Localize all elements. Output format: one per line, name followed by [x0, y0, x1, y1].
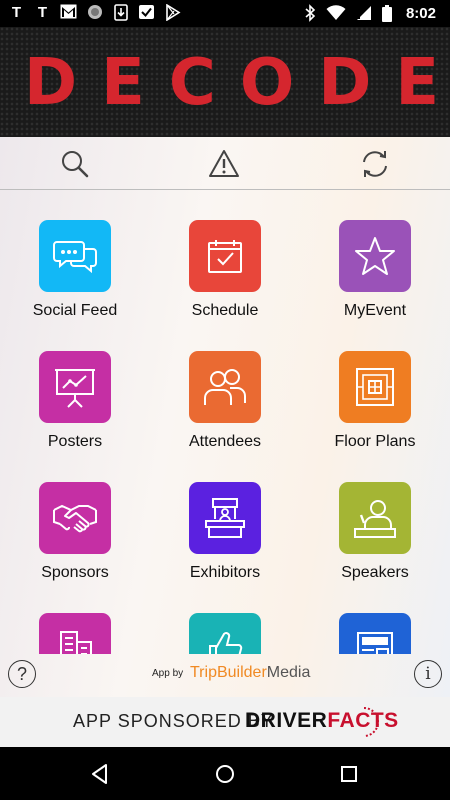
tile-icon-bg	[39, 613, 111, 654]
tile-sponsors[interactable]: Sponsors	[0, 453, 150, 581]
alert-icon[interactable]	[207, 147, 241, 181]
tile-icon-bg	[189, 351, 261, 423]
tile-social-feed[interactable]: Social Feed	[0, 191, 150, 319]
tripbuilder-logo[interactable]: TripBuilderMedia	[190, 664, 310, 682]
calendar-icon	[208, 240, 242, 273]
tile-icon-bg	[339, 351, 411, 423]
sponsor-banner[interactable]: APP SPONSORED BY DRIVERFACTS	[0, 697, 450, 747]
tile-icon-bg	[339, 220, 411, 292]
tile-icon-bg	[39, 220, 111, 292]
event-banner: DECODE	[0, 27, 450, 137]
system-icons: 8:02	[304, 4, 436, 22]
thumbs-up-icon	[209, 632, 243, 654]
tile-label: Speakers	[341, 564, 409, 581]
t-notification-icon-2: T	[37, 4, 48, 21]
brand-driver: DRIVER	[245, 709, 328, 732]
info-button[interactable]: i	[414, 660, 442, 688]
tile-icon-bg	[189, 613, 261, 654]
tile-icon-bg	[189, 482, 261, 554]
presentation-icon	[55, 369, 95, 408]
tile-survey[interactable]	[150, 584, 300, 654]
help-button[interactable]: ?	[8, 660, 36, 688]
booth-icon	[205, 498, 245, 538]
play-store-icon	[164, 3, 181, 22]
search-icon[interactable]	[58, 147, 92, 181]
wifi-icon	[326, 5, 346, 20]
driverfacts-swirl-icon	[363, 707, 379, 737]
tile-label: Floor Plans	[334, 433, 416, 450]
handshake-icon	[53, 504, 97, 533]
tile-exhibitors[interactable]: Exhibitors	[150, 453, 300, 581]
tile-icon-bg	[39, 351, 111, 423]
gmail-icon	[60, 4, 77, 21]
floor-plan-icon	[356, 368, 394, 406]
tile-icon-bg	[339, 613, 411, 654]
tile-label: MyEvent	[343, 302, 407, 319]
tile-label: Schedule	[191, 302, 259, 319]
feature-grid: Social Feed Schedule MyEvent Posters Att…	[0, 191, 450, 654]
tile-schedule[interactable]: Schedule	[150, 191, 300, 319]
home-icon[interactable]	[212, 761, 238, 787]
tile-icon-bg	[339, 482, 411, 554]
brand-media: Media	[266, 664, 311, 681]
t-notification-icon: T	[11, 4, 22, 21]
battery-icon	[381, 4, 392, 22]
tile-attendees[interactable]: Attendees	[150, 322, 300, 450]
clock-time: 8:02	[405, 4, 436, 22]
tile-speakers[interactable]: Speakers	[300, 453, 450, 581]
notification-icons: T T	[8, 3, 181, 22]
tile-floor-plans[interactable]: Floor Plans	[300, 322, 450, 450]
main-content: Social Feed Schedule MyEvent Posters Att…	[0, 137, 450, 697]
tile-icon-bg	[39, 482, 111, 554]
people-icon	[204, 369, 246, 405]
download-icon	[112, 4, 129, 21]
event-title: DECODE	[24, 46, 450, 120]
bluetooth-icon	[305, 4, 316, 22]
chat-bubbles-icon	[53, 241, 97, 274]
tile-label: Exhibitors	[189, 564, 261, 581]
recents-icon[interactable]	[336, 761, 362, 787]
tile-hotels[interactable]	[0, 584, 150, 654]
circle-icon	[86, 4, 103, 21]
back-icon[interactable]	[88, 761, 114, 787]
tile-label: Sponsors	[41, 564, 109, 581]
signal-icon	[356, 6, 371, 20]
speaker-icon	[354, 500, 396, 538]
toolbar	[0, 137, 450, 190]
tile-news[interactable]	[300, 584, 450, 654]
tile-icon-bg	[189, 220, 261, 292]
news-icon	[357, 632, 393, 654]
sponsor-text: APP SPONSORED BY	[73, 711, 274, 731]
tile-label: Social Feed	[32, 302, 118, 319]
status-bar: T T 8:02	[0, 0, 450, 27]
android-nav-bar	[0, 747, 450, 800]
star-icon	[355, 237, 395, 275]
check-icon	[138, 4, 155, 21]
app-by-label: App by	[152, 668, 184, 679]
tile-myevent[interactable]: MyEvent	[300, 191, 450, 319]
buildings-icon	[60, 631, 92, 654]
tile-label: Posters	[47, 433, 103, 450]
brand-trip: TripBuilder	[190, 664, 267, 681]
tile-label: Attendees	[188, 433, 262, 450]
tile-posters[interactable]: Posters	[0, 322, 150, 450]
footer-bar: ? App by TripBuilderMedia i	[0, 654, 450, 697]
refresh-icon[interactable]	[358, 147, 392, 181]
